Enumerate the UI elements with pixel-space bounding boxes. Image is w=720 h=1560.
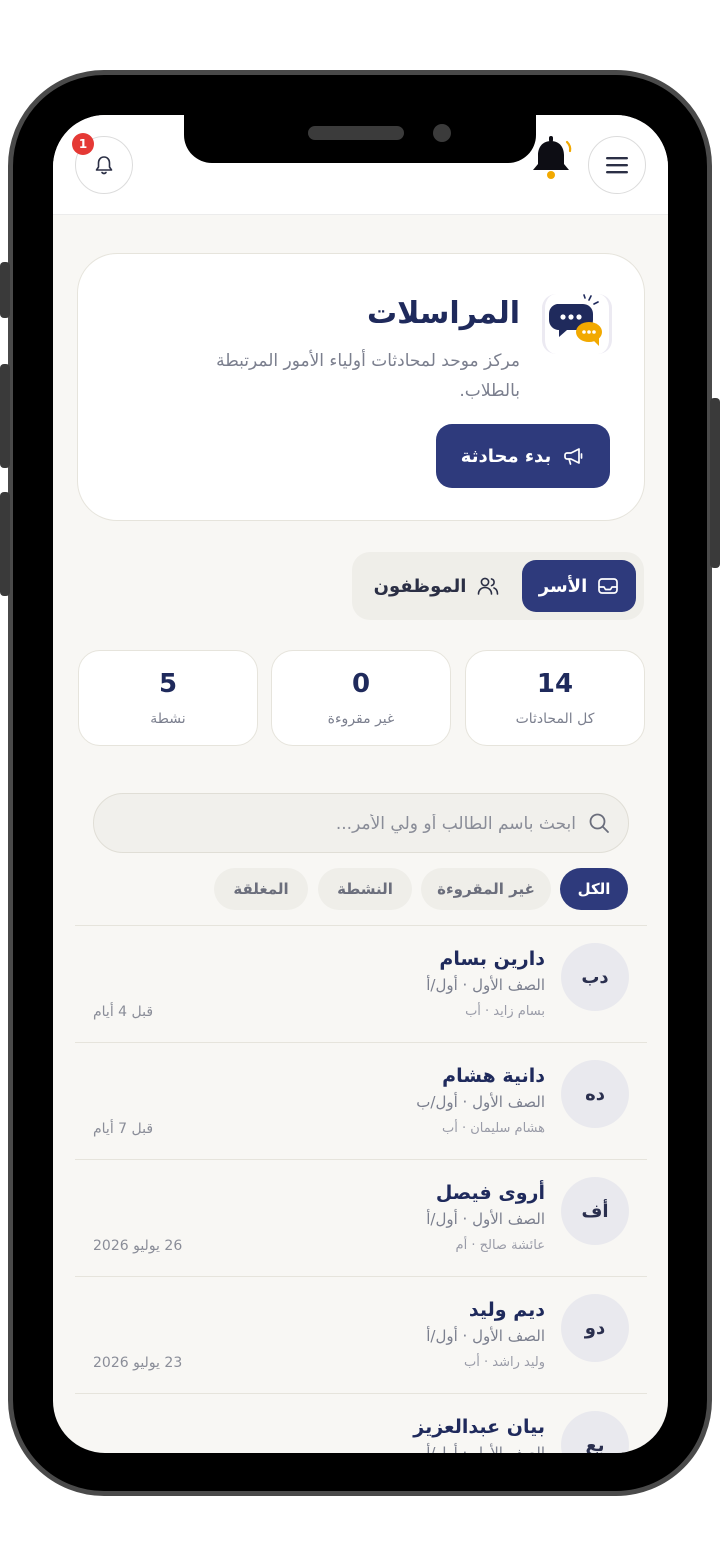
filter-chip-closed[interactable]: المغلقة (214, 868, 308, 910)
avatar: بع (561, 1411, 629, 1453)
search-input[interactable] (136, 804, 576, 844)
avatar: دو (561, 1294, 629, 1362)
stat-card-unread: 0 غير مقروءة (271, 650, 451, 746)
stat-label: كل المحادثات (515, 711, 595, 727)
parent-name: بسام زايد · أب (465, 1004, 545, 1019)
parent-name: هشام سليمان · أب (442, 1121, 545, 1136)
student-name: دارين بسام (439, 948, 545, 970)
student-class: الصف الأول · أول/ب (416, 1093, 545, 1111)
conversation-row[interactable]: بع بيان عبدالعزيز الصف الأول · أول/أ (75, 1393, 647, 1453)
conversation-list: دب دارين بسام الصف الأول · أول/أ بسام زا… (75, 925, 647, 1453)
student-class: الصف الأول · أول/أ (426, 1444, 545, 1453)
student-class: الصف الأول · أول/أ (426, 976, 545, 994)
side-button-volume-up (0, 364, 10, 468)
filter-chip-unread[interactable]: غير المقروءة (421, 868, 551, 910)
tab-staff[interactable]: الموظفون (358, 560, 516, 612)
avatar: دب (561, 943, 629, 1011)
side-button-power (710, 398, 720, 568)
hamburger-icon (606, 157, 628, 174)
stat-label: غير مقروءة (327, 711, 395, 727)
tab-families-label: الأسر (538, 575, 588, 597)
phone-notch (184, 115, 536, 163)
search-icon (589, 813, 609, 833)
stat-value: 0 (351, 669, 371, 699)
student-name: دانية هشام (442, 1065, 545, 1087)
bell-icon (95, 156, 113, 175)
student-class: الصف الأول · أول/أ (426, 1210, 545, 1228)
conversation-row[interactable]: دب دارين بسام الصف الأول · أول/أ بسام زا… (75, 925, 647, 1042)
last-message-time: 26 يوليو 2026 (93, 1238, 183, 1254)
stat-card-all-conversations: 14 كل المحادثات (465, 650, 645, 746)
parent-name: وليد راشد · أب (464, 1355, 545, 1370)
last-message-time: قبل 7 أيام (93, 1121, 154, 1137)
tab-families[interactable]: الأسر (522, 560, 636, 612)
conversation-row[interactable]: أف أروى فيصل الصف الأول · أول/أ عائشة صا… (75, 1159, 647, 1276)
conversation-row[interactable]: ده دانية هشام الصف الأول · أول/ب هشام سل… (75, 1042, 647, 1159)
messages-hero-card: المراسلات مركز موحد لمحادثات أولياء الأم… (77, 253, 645, 521)
notch-speaker (308, 126, 404, 140)
notch-camera (433, 124, 451, 142)
tab-staff-label: الموظفون (373, 575, 467, 597)
menu-button[interactable] (588, 136, 646, 194)
notification-count-badge: 1 (72, 133, 94, 155)
users-icon (478, 577, 499, 595)
filter-chip-active[interactable]: النشطة (318, 868, 412, 910)
avatar: أف (561, 1177, 629, 1245)
avatar: ده (561, 1060, 629, 1128)
audience-segmented-control: الأسر الموظفون (352, 552, 644, 620)
search-box (93, 793, 629, 853)
start-conversation-label: بدء محادثة (460, 445, 552, 467)
stat-card-active: 5 نشطة (78, 650, 258, 746)
inbox-icon (598, 578, 619, 594)
chat-bubbles-icon (542, 294, 612, 354)
last-message-time: 23 يوليو 2026 (93, 1355, 183, 1371)
stat-value: 5 (158, 669, 178, 699)
last-message-time: قبل 4 أيام (93, 1004, 154, 1020)
side-button-mute (0, 262, 10, 318)
student-class: الصف الأول · أول/أ (426, 1327, 545, 1345)
parent-name: عائشة صالح · أم (455, 1238, 545, 1253)
side-button-volume-down (0, 492, 10, 596)
megaphone-icon (564, 448, 583, 465)
stat-label: نشطة (150, 711, 186, 727)
page-description: مركز موحد لمحادثات أولياء الأمور المرتبط… (216, 351, 520, 401)
start-conversation-button[interactable]: بدء محادثة (436, 424, 610, 488)
student-name: ديم وليد (468, 1299, 545, 1321)
stat-value: 14 (536, 669, 574, 699)
conversation-row[interactable]: دو ديم وليد الصف الأول · أول/أ وليد راشد… (75, 1276, 647, 1393)
app-screen: المراسلات مركز موحد لمحادثات أولياء الأم… (53, 115, 668, 1453)
filter-chip-all[interactable]: الكل (560, 868, 628, 910)
student-name: بيان عبدالعزيز (413, 1416, 545, 1438)
student-name: أروى فيصل (435, 1182, 545, 1204)
page-title: المراسلات (366, 296, 520, 331)
